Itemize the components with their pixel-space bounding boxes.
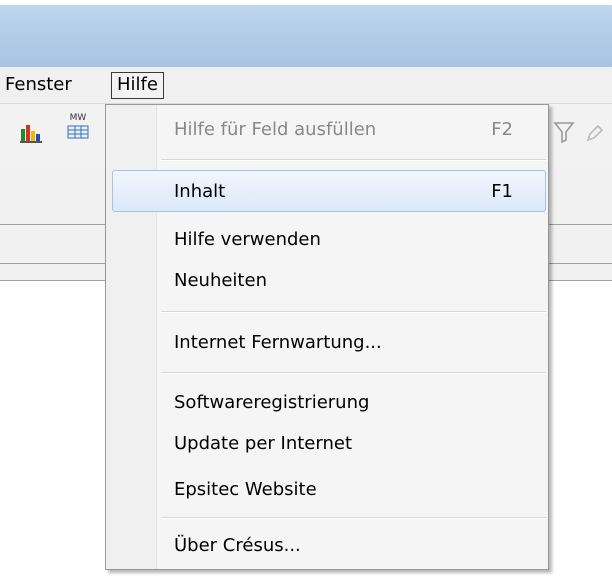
menu-fenster[interactable]: Fenster (1, 73, 76, 97)
menu-hilfe[interactable]: Hilfe (111, 72, 164, 99)
mw-label: MW (69, 113, 87, 123)
menu-item-label: Inhalt (174, 181, 226, 202)
menu-item-label: Update per Internet (174, 433, 353, 454)
menu-item-neuheiten[interactable]: Neuheiten (112, 260, 546, 302)
menu-item-label: Softwareregistrierung (174, 392, 370, 413)
menu-separator (161, 517, 546, 519)
menu-item-label: Hilfe verwenden (174, 229, 321, 250)
filter-icon[interactable] (553, 120, 575, 149)
mw-currency-table-icon[interactable]: MW (67, 113, 89, 144)
shortcut-key: F1 (491, 181, 513, 202)
menu-separator (161, 311, 546, 313)
menu-bar: Fenster Hilfe (0, 67, 612, 104)
menu-item-feld-hilfe[interactable]: Hilfe für Feld ausfüllen F2 (112, 109, 546, 151)
edit-icon[interactable] (584, 124, 604, 149)
menu-item-label: Über Crésus... (174, 535, 301, 556)
menu-item-fernwartung[interactable]: Internet Fernwartung... (112, 322, 546, 364)
menu-separator (161, 159, 546, 161)
window-titlebar (0, 0, 612, 67)
menu-item-label: Hilfe für Feld ausfüllen (174, 119, 377, 140)
menu-item-label: Neuheiten (174, 270, 267, 291)
menu-item-inhalt[interactable]: Inhalt F1 (112, 170, 546, 212)
menu-separator (161, 372, 546, 374)
menu-item-ueber[interactable]: Über Crésus... (112, 525, 546, 567)
menu-item-label: Epsitec Website (174, 479, 317, 500)
menu-item-epsitec-website[interactable]: Epsitec Website (112, 469, 546, 511)
menu-item-label: Internet Fernwartung... (174, 332, 382, 353)
shortcut-key: F2 (491, 119, 513, 140)
help-menu-dropdown: Hilfe für Feld ausfüllen F2 Inhalt F1 Hi… (105, 104, 549, 570)
menu-item-softwareregistrierung[interactable]: Softwareregistrierung (112, 382, 546, 424)
bar-chart-icon[interactable] (20, 123, 42, 148)
menu-item-update[interactable]: Update per Internet (112, 423, 546, 465)
menu-item-hilfe-verwenden[interactable]: Hilfe verwenden (112, 219, 546, 261)
